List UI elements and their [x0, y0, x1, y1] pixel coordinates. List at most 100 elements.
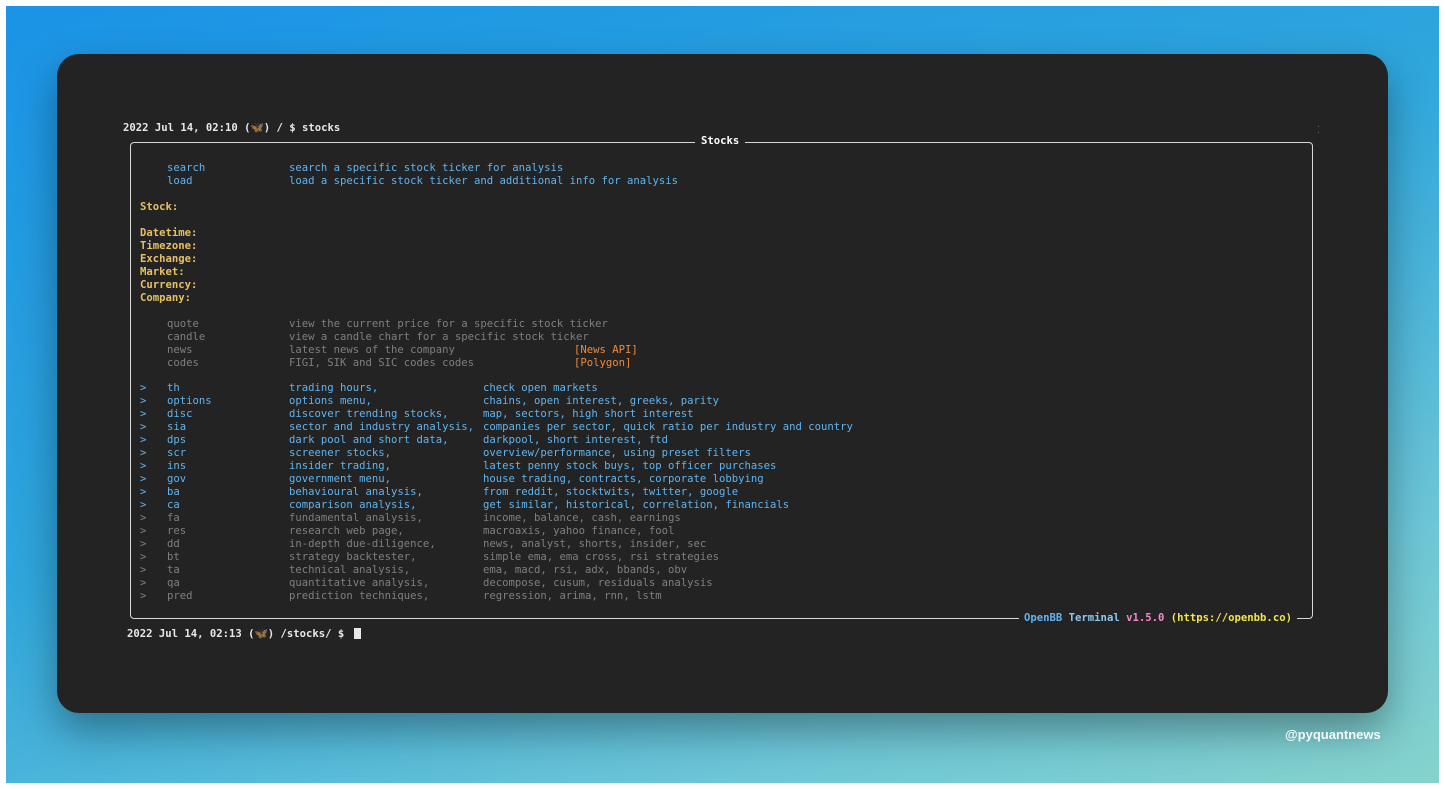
footer-openbb: OpenBB — [1024, 612, 1063, 624]
menu-description: research web page, — [289, 525, 404, 537]
menu-description: strategy backtester, — [289, 551, 417, 563]
terminal-window: 2022 Jul 14, 02:10 (🦋) / $ stocks · · Sto… — [57, 54, 1388, 713]
stock-field-exchange: Exchange: — [140, 253, 198, 265]
menu-description: government menu, — [289, 473, 392, 485]
stock-field-timezone: Timezone: — [140, 240, 198, 252]
menu-disc[interactable]: disc — [167, 408, 193, 421]
menu-description: screener stocks, — [289, 447, 392, 459]
submenu-arrow: > — [140, 460, 147, 472]
menu-box-title: Stocks — [695, 135, 746, 148]
menu-detail: overview/performance, using preset filte… — [483, 447, 751, 459]
footer-version: v1.5.0 — [1126, 612, 1165, 624]
menu-detail: decompose, cusum, residuals analysis — [483, 577, 713, 589]
prompt-path: ) /stocks/ $ — [267, 628, 345, 640]
menu-detail: income, balance, cash, earnings — [483, 512, 681, 524]
submenu-arrow: > — [140, 525, 147, 537]
prompt-timestamp: 2022 Jul 14, 02:13 ( — [127, 628, 255, 640]
menu-qa[interactable]: qa — [167, 577, 180, 590]
menu-ta[interactable]: ta — [167, 564, 180, 577]
menu-sia[interactable]: sia — [167, 421, 186, 434]
menu-detail: news, analyst, shorts, insider, sec — [483, 538, 707, 550]
menu-description: fundamental analysis, — [289, 512, 423, 524]
command-search[interactable]: search — [167, 162, 205, 175]
menu-detail: regression, arima, rnn, lstm — [483, 590, 662, 602]
menu-detail: from reddit, stocktwits, twitter, google — [483, 486, 739, 498]
stock-field-market: Market: — [140, 266, 185, 278]
butterfly-icon: 🦋 — [250, 122, 264, 134]
menu-gov[interactable]: gov — [167, 473, 186, 486]
menu-description: technical analysis, — [289, 564, 411, 576]
prompt-timestamp: 2022 Jul 14, 02:10 ( — [123, 122, 251, 134]
footer-url[interactable]: (https://openbb.co) — [1171, 612, 1292, 624]
menu-detail: darkpool, short interest, ftd — [483, 434, 668, 446]
menu-scr[interactable]: scr — [167, 447, 186, 460]
menu-fa[interactable]: fa — [167, 512, 180, 525]
stock-field-currency: Currency: — [140, 279, 198, 291]
submenu-arrow: > — [140, 382, 147, 394]
current-prompt[interactable]: 2022 Jul 14, 02:13 (🦋) /stocks/ $ — [127, 628, 344, 641]
menu-detail: ema, macd, rsi, adx, bbands, obv — [483, 564, 688, 576]
previous-prompt: 2022 Jul 14, 02:10 (🦋) / $ stocks — [123, 122, 340, 135]
data-source-tag: [Polygon] — [574, 357, 632, 369]
menu-description: quantitative analysis, — [289, 577, 430, 589]
footer-terminal: Terminal — [1068, 612, 1120, 624]
stock-field-company: Company: — [140, 292, 192, 304]
stock-field-datetime: Datetime: — [140, 227, 198, 239]
command-description: search a specific stock ticker for analy… — [289, 162, 564, 174]
menu-description: trading hours, — [289, 382, 379, 394]
scroll-indicator: · · — [1316, 122, 1321, 137]
submenu-arrow: > — [140, 421, 147, 433]
menu-detail: map, sectors, high short interest — [483, 408, 694, 420]
command-candle[interactable]: candle — [167, 331, 205, 344]
menu-description: dark pool and short data, — [289, 434, 449, 446]
command-description: load a specific stock ticker and additio… — [289, 175, 679, 187]
prompt-command: stocks — [302, 122, 341, 134]
command-quote[interactable]: quote — [167, 318, 199, 331]
command-description: latest news of the company — [289, 344, 455, 356]
submenu-arrow: > — [140, 551, 147, 563]
data-source-tag: [News API] — [574, 344, 638, 356]
submenu-arrow: > — [140, 499, 147, 511]
command-description: view the current price for a specific st… — [289, 318, 608, 330]
menu-dps[interactable]: dps — [167, 434, 186, 447]
submenu-arrow: > — [140, 564, 147, 576]
menu-pred[interactable]: pred — [167, 590, 193, 603]
menu-detail: house trading, contracts, corporate lobb… — [483, 473, 764, 485]
command-codes[interactable]: codes — [167, 357, 199, 370]
menu-ca[interactable]: ca — [167, 499, 180, 512]
prompt-path: ) / $ — [263, 122, 303, 134]
submenu-arrow: > — [140, 512, 147, 524]
menu-description: insider trading, — [289, 460, 392, 472]
submenu-arrow: > — [140, 473, 147, 485]
watermark: @pyquantnews — [1285, 727, 1381, 742]
menu-bt[interactable]: bt — [167, 551, 180, 564]
menu-detail: simple ema, ema cross, rsi strategies — [483, 551, 719, 563]
butterfly-icon: 🦋 — [254, 628, 268, 640]
menu-ins[interactable]: ins — [167, 460, 186, 473]
menu-description: sector and industry analysis, — [289, 421, 474, 433]
command-news[interactable]: news — [167, 344, 193, 357]
menu-detail: chains, open interest, greeks, parity — [483, 395, 719, 407]
submenu-arrow: > — [140, 486, 147, 498]
menu-description: in-depth due-diligence, — [289, 538, 436, 550]
submenu-arrow: > — [140, 447, 147, 459]
command-load[interactable]: load — [167, 175, 193, 188]
stock-field-label: Stock: — [140, 201, 179, 213]
submenu-arrow: > — [140, 590, 147, 602]
command-description: FIGI, SIK and SIC codes codes — [289, 357, 474, 369]
submenu-arrow: > — [140, 434, 147, 446]
menu-ba[interactable]: ba — [167, 486, 180, 499]
menu-detail: get similar, historical, correlation, fi… — [483, 499, 790, 511]
menu-description: discover trending stocks, — [289, 408, 449, 420]
menu-description: behavioural analysis, — [289, 486, 423, 498]
menu-options[interactable]: options — [167, 395, 212, 408]
menu-res[interactable]: res — [167, 525, 186, 538]
menu-dd[interactable]: dd — [167, 538, 180, 551]
menu-detail: companies per sector, quick ratio per in… — [483, 421, 853, 433]
submenu-arrow: > — [140, 395, 147, 407]
menu-description: comparison analysis, — [289, 499, 417, 511]
menu-th[interactable]: th — [167, 382, 180, 395]
menu-description: prediction techniques, — [289, 590, 430, 602]
submenu-arrow: > — [140, 538, 147, 550]
menu-description: options menu, — [289, 395, 372, 407]
